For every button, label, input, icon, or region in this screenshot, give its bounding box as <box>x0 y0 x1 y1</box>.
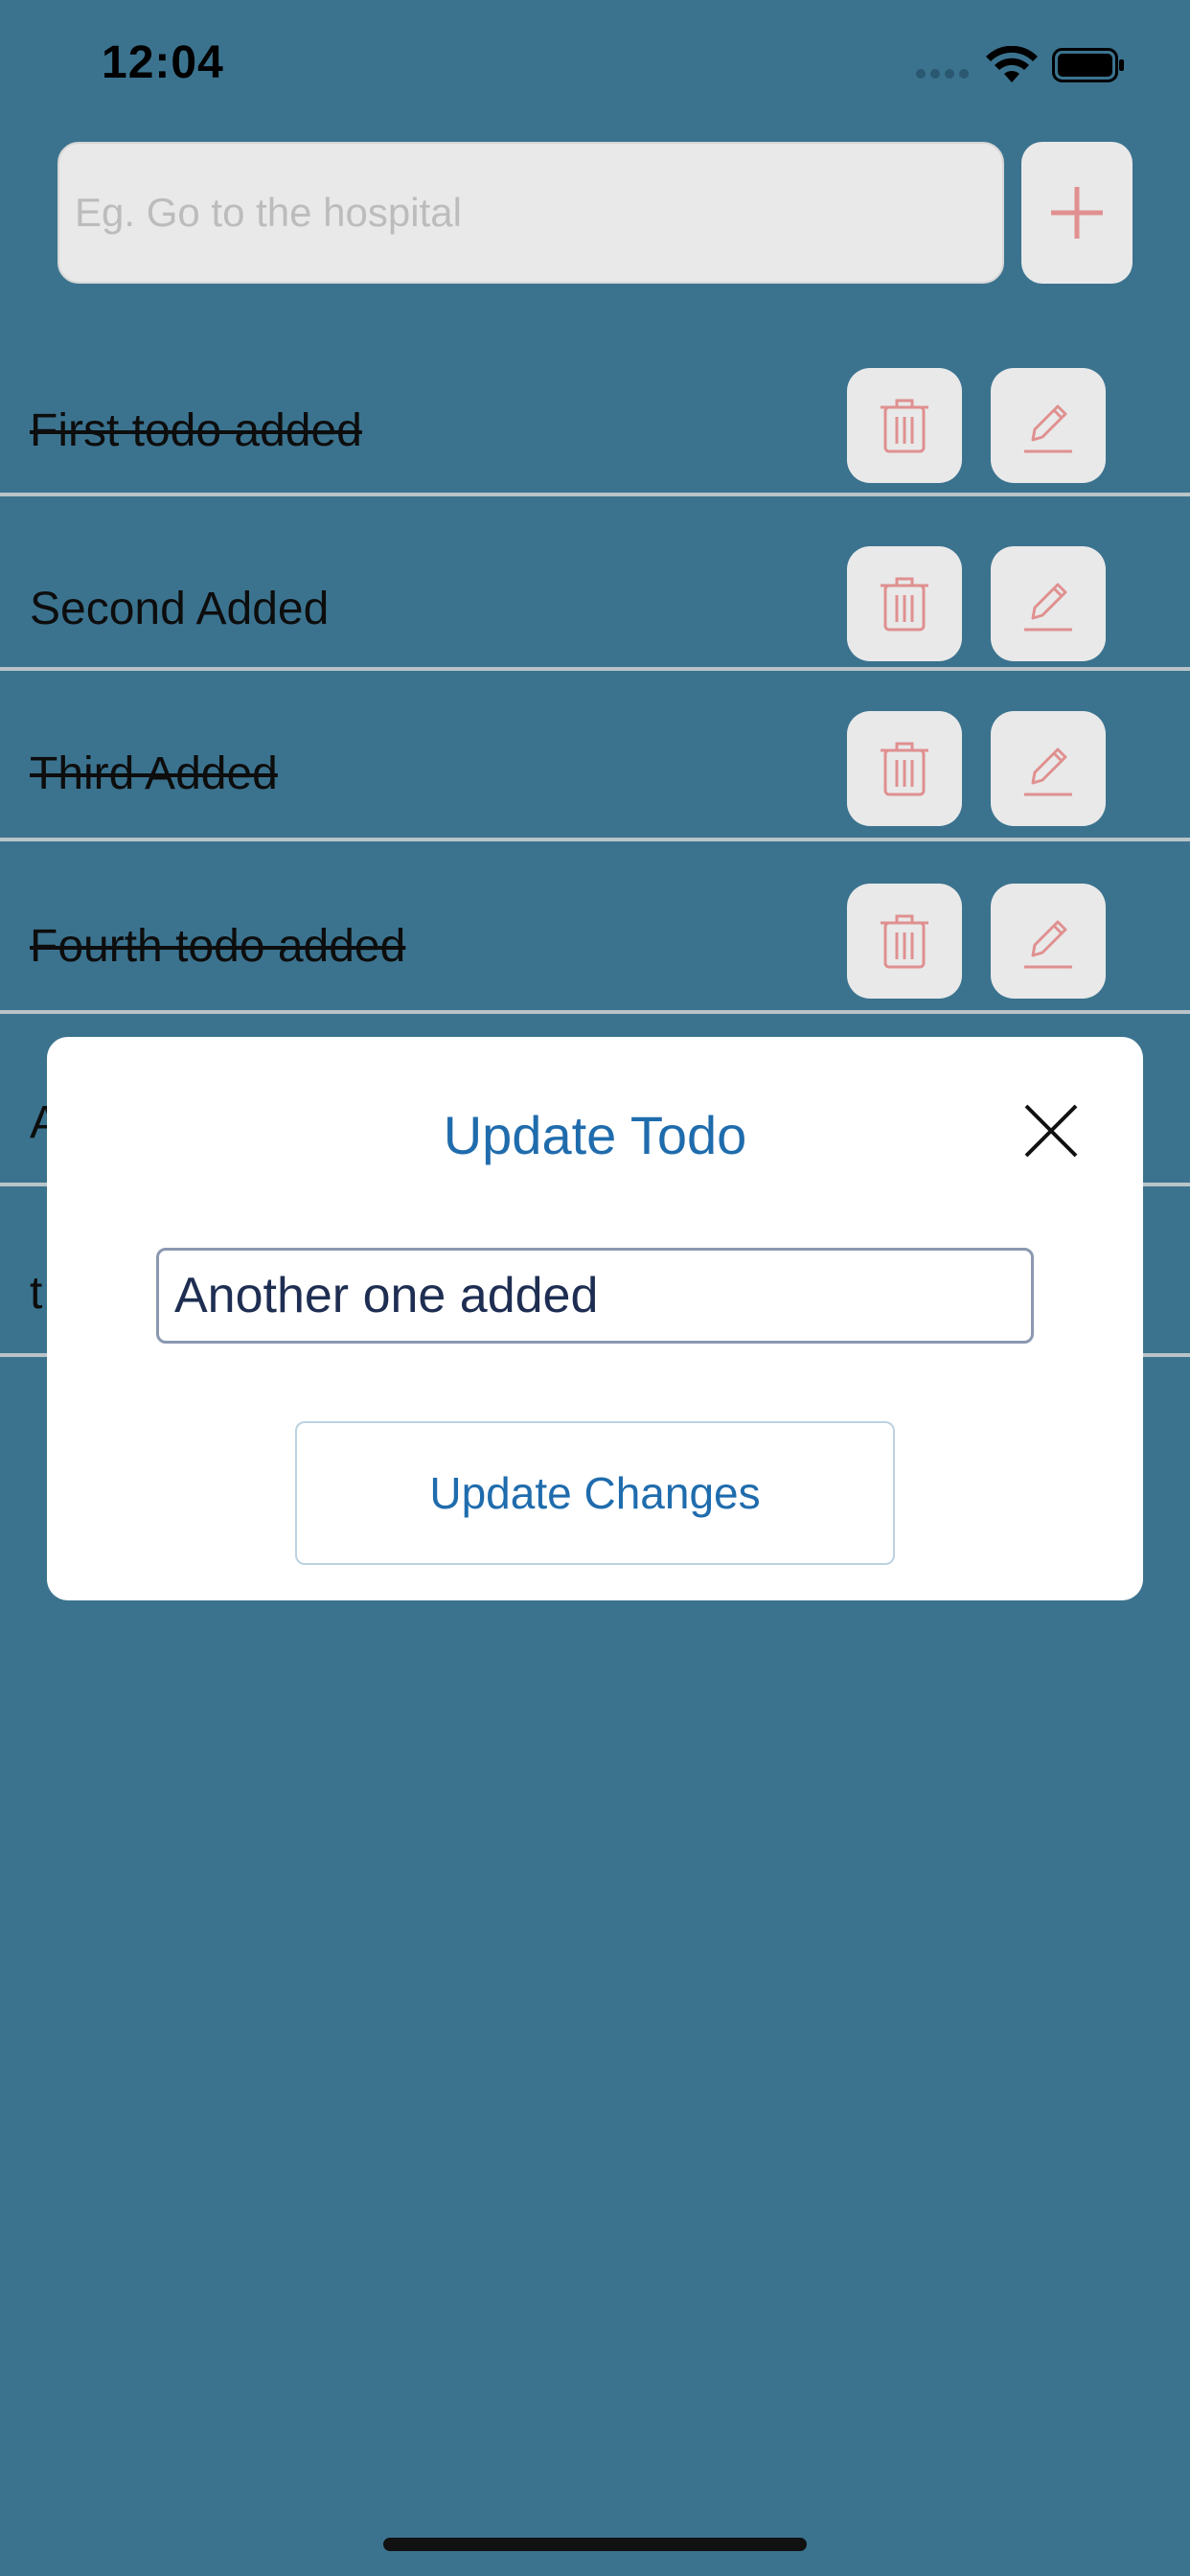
edit-button[interactable] <box>991 368 1106 483</box>
delete-button[interactable] <box>847 711 962 826</box>
delete-button[interactable] <box>847 884 962 999</box>
update-todo-input[interactable] <box>156 1248 1034 1344</box>
todo-text[interactable]: Second Added <box>30 583 329 635</box>
delete-button[interactable] <box>847 368 962 483</box>
edit-button[interactable] <box>991 546 1106 661</box>
plus-icon <box>1051 187 1103 239</box>
todo-row: Second Added <box>0 496 1190 671</box>
status-time: 12:04 <box>102 37 224 88</box>
pencil-icon <box>1024 404 1072 453</box>
todo-row: First todo added <box>0 326 1190 496</box>
trash-icon <box>881 577 928 632</box>
home-indicator <box>383 2538 807 2551</box>
status-bar: 12:04 <box>0 0 1190 134</box>
modal-title: Update Todo <box>443 1105 747 1165</box>
update-todo-modal: Update Todo Update Changes <box>47 1037 1143 1600</box>
todo-text[interactable]: Third Added <box>30 748 278 800</box>
battery-icon <box>1052 48 1124 82</box>
trash-icon <box>881 914 928 969</box>
pencil-icon <box>1024 748 1072 796</box>
close-icon[interactable] <box>1020 1100 1082 1162</box>
update-changes-button[interactable]: Update Changes <box>295 1421 895 1565</box>
edit-button[interactable] <box>991 711 1106 826</box>
wifi-icon <box>986 46 1038 82</box>
pencil-icon <box>1024 920 1072 969</box>
edit-button[interactable] <box>991 884 1106 999</box>
pencil-icon <box>1024 583 1072 632</box>
trash-icon <box>881 399 928 453</box>
todo-text[interactable]: Fourth todo added <box>30 920 405 973</box>
todo-text[interactable]: t <box>30 1267 42 1320</box>
signal-dots-icon <box>916 69 969 79</box>
trash-icon <box>881 742 928 796</box>
update-changes-label: Update Changes <box>429 1468 761 1518</box>
new-todo-input[interactable] <box>57 142 1004 284</box>
add-todo-button[interactable] <box>1021 142 1133 284</box>
todo-text[interactable]: First todo added <box>30 404 362 457</box>
todo-row: Third Added <box>0 671 1190 841</box>
todo-row: Fourth todo added <box>0 841 1190 1014</box>
delete-button[interactable] <box>847 546 962 661</box>
